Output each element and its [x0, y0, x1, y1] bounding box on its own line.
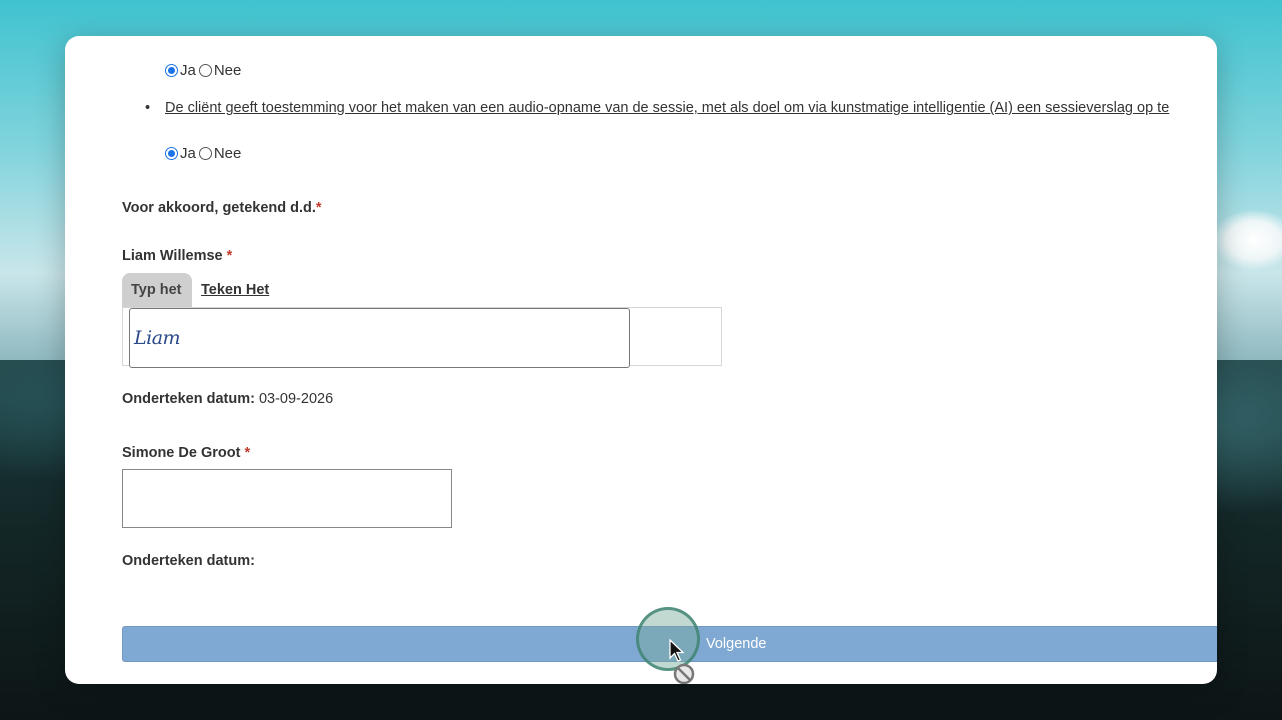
signer2-date-label: Onderteken datum:: [122, 553, 255, 569]
question2-no-radio[interactable]: [198, 147, 212, 160]
question1-radio-group: Ja Nee: [165, 62, 244, 79]
form-content: Ja Nee De cliënt geeft toestemming voor …: [65, 36, 1217, 684]
click-highlight-ring: [636, 607, 700, 671]
signer2-date-line: Onderteken datum:: [122, 553, 255, 569]
agreement-label-text: Voor akkoord, getekend d.d.: [122, 200, 316, 216]
consent-bullet-item: De cliënt geeft toestemming voor het mak…: [145, 100, 1169, 116]
form-card: Ja Nee De cliënt geeft toestemming voor …: [65, 36, 1217, 684]
signer2-required-mark: *: [244, 445, 251, 461]
required-mark: *: [315, 200, 322, 216]
tab-type-it[interactable]: Typ het: [122, 273, 192, 307]
signer1-date-value: 03-09-2026: [258, 391, 334, 407]
question2-radio-group: Ja Nee: [165, 145, 244, 162]
question1-no-label: Nee: [213, 62, 242, 79]
question2-no-label: Nee: [213, 145, 242, 162]
signature-typed-input[interactable]: Liam: [129, 308, 630, 368]
signer1-required-mark: *: [226, 248, 233, 264]
agreement-label: Voor akkoord, getekend d.d.*: [122, 200, 322, 216]
signer1-label: Liam Willemse *: [122, 248, 232, 264]
mouse-pointer-icon: [669, 639, 685, 662]
question2-yes-radio[interactable]: [165, 147, 178, 160]
signer2-label: Simone De Groot *: [122, 445, 250, 461]
background-cloud: [1212, 210, 1282, 270]
consent-text[interactable]: De cliënt geeft toestemming voor het mak…: [165, 100, 1169, 116]
signer1-date-line: Onderteken datum: 03-09-2026: [122, 391, 333, 407]
not-allowed-icon: [673, 663, 695, 684]
question1-yes-label: Ja: [180, 62, 196, 79]
signer1-name: Liam Willemse: [122, 248, 223, 264]
signer1-date-label: Onderteken datum:: [122, 391, 255, 407]
tab-draw-it[interactable]: Teken Het: [201, 282, 269, 298]
signature-typed-value: Liam: [134, 327, 181, 349]
question2-yes-label: Ja: [180, 145, 196, 162]
signer2-signature-input[interactable]: [122, 469, 452, 528]
tab-type-it-label: Typ het: [131, 282, 182, 298]
tab-draw-it-label: Teken Het: [201, 282, 270, 298]
question1-yes-radio[interactable]: [165, 64, 178, 77]
signer2-name: Simone De Groot: [122, 445, 241, 461]
question1-no-radio[interactable]: [198, 64, 212, 77]
next-button-label: Volgende: [706, 636, 767, 652]
